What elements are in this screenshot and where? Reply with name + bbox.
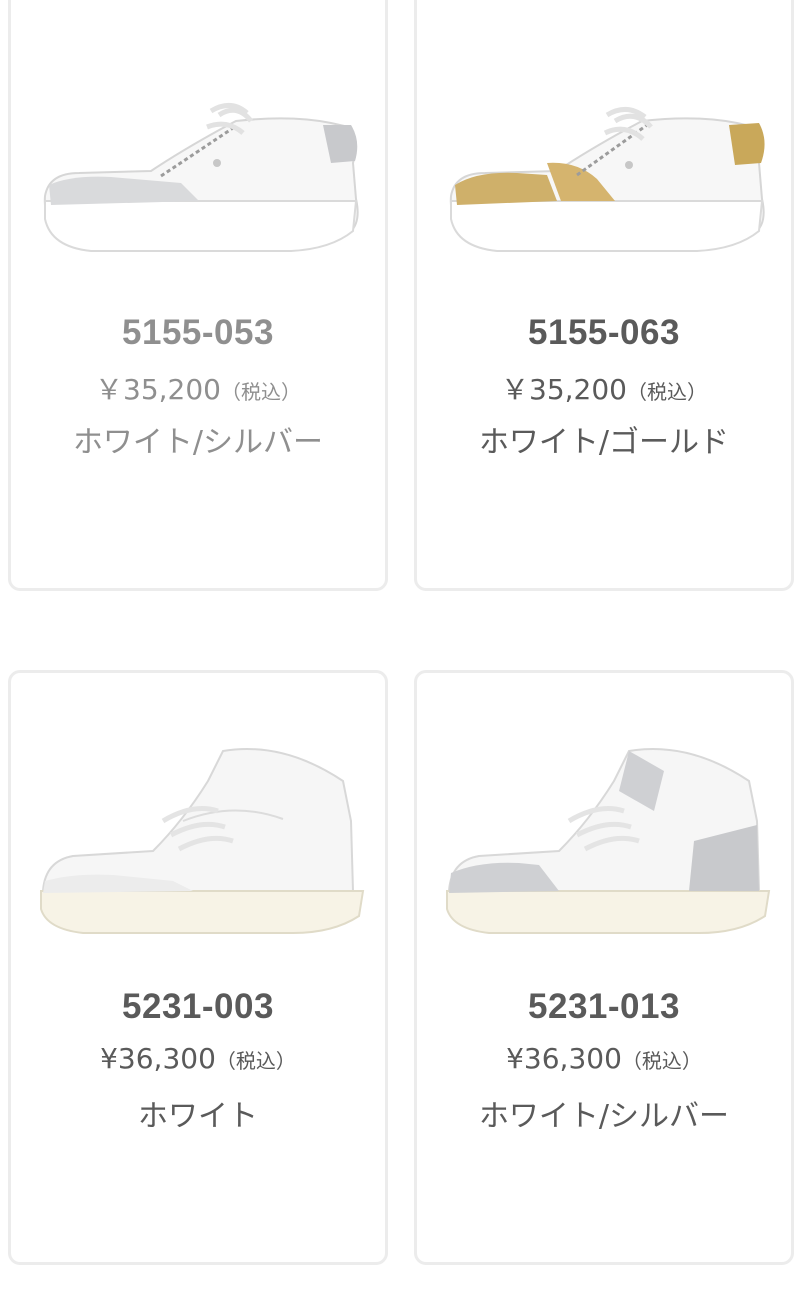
product-color: ホワイト bbox=[138, 1099, 258, 1134]
tax-label: （税込） bbox=[621, 1049, 702, 1073]
product-price: ￥35,200（税込） bbox=[11, 368, 385, 408]
product-card[interactable]: 5231-003 ¥36,300（税込） ホワイト bbox=[8, 670, 388, 1265]
low-top-sneaker-image[interactable] bbox=[437, 101, 777, 281]
product-code: 5231-013 bbox=[528, 987, 680, 1026]
product-price: ¥36,300（税込） bbox=[11, 1042, 385, 1075]
product-color: ホワイト/シルバー bbox=[478, 1099, 730, 1134]
price-value: ¥36,300 bbox=[100, 1042, 216, 1075]
product-code: 5231-003 bbox=[122, 987, 274, 1026]
tax-label: （税込） bbox=[215, 1049, 296, 1073]
price-value: ￥35,200 bbox=[95, 373, 221, 406]
product-price: ¥36,300（税込） bbox=[417, 1042, 791, 1075]
price-value: ¥36,300 bbox=[506, 1042, 622, 1075]
product-color: ホワイト/ゴールド bbox=[478, 425, 730, 460]
tax-label: （税込） bbox=[626, 380, 707, 404]
product-card[interactable]: 5231-013 ¥36,300（税込） ホワイト/シルバー bbox=[414, 670, 794, 1265]
high-top-sneaker-image[interactable] bbox=[439, 741, 779, 951]
product-card[interactable]: 5155-053 ￥35,200（税込） ホワイト/シルバー bbox=[8, 0, 388, 591]
product-code: 5155-063 bbox=[528, 313, 680, 352]
price-value: ￥35,200 bbox=[501, 373, 627, 406]
product-card[interactable]: 5155-063 ￥35,200（税込） ホワイト/ゴールド bbox=[414, 0, 794, 591]
product-price: ￥35,200（税込） bbox=[417, 368, 791, 408]
high-top-sneaker-image[interactable] bbox=[33, 741, 373, 951]
low-top-sneaker-image[interactable] bbox=[31, 101, 371, 281]
tax-label: （税込） bbox=[220, 380, 301, 404]
product-code: 5155-053 bbox=[122, 313, 274, 352]
product-color: ホワイト/シルバー bbox=[72, 425, 324, 460]
